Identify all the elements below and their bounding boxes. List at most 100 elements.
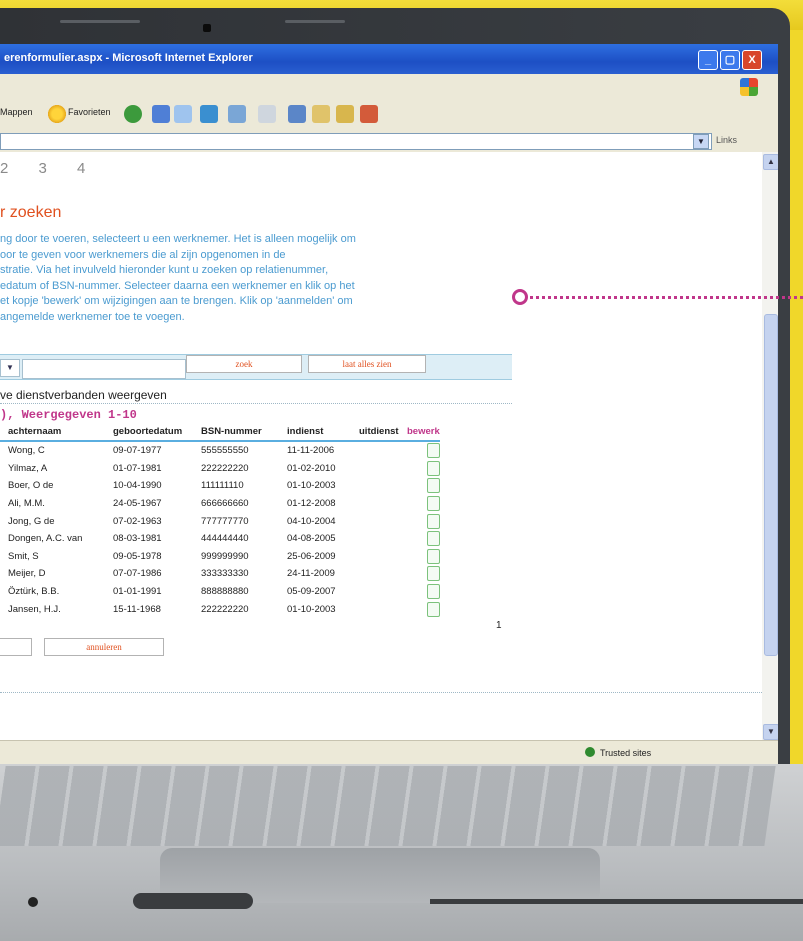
cell-bsn: 777777770 (201, 515, 249, 527)
edit-icon[interactable] (426, 478, 440, 494)
bezel-highlight (60, 20, 140, 23)
mail-icon[interactable] (174, 105, 192, 123)
cell-bsn: 666666660 (201, 498, 249, 510)
cell-indienst: 01-02-2010 (287, 462, 336, 474)
edit-icon[interactable] (426, 531, 440, 547)
cell-bsn: 111111110 (201, 480, 244, 492)
copy-icon[interactable] (312, 105, 330, 123)
col-bsn[interactable]: BSN-nummer (201, 423, 287, 442)
edit-icon[interactable] (426, 513, 440, 529)
address-field[interactable] (0, 133, 712, 150)
power-led-icon (28, 897, 38, 907)
intro-text: ng door te voeren, selecteert u een werk… (0, 232, 522, 325)
table-row[interactable]: Öztürk, B.B. 01-01-1991 888888880 05-09-200… (0, 583, 440, 601)
paste-icon[interactable] (336, 105, 354, 123)
print-icon[interactable] (228, 105, 246, 123)
front-slot (133, 893, 253, 909)
scroll-down-icon[interactable]: ▼ (763, 724, 778, 740)
cell-bsn: 999999990 (201, 550, 249, 562)
maximize-button[interactable]: ▢ (720, 50, 740, 70)
edit-icon[interactable] (426, 460, 440, 476)
step-2[interactable]: 2 (0, 160, 8, 177)
table-row[interactable]: Jansen, H.J. 15-11-1968 222222220 01-10-200… (0, 600, 440, 618)
page-number[interactable]: 1 (496, 620, 502, 631)
trusted-zone-icon (585, 747, 595, 757)
menu-bar (0, 74, 778, 101)
step-3[interactable]: 3 (39, 160, 47, 177)
favorites-star-icon[interactable] (48, 105, 66, 123)
cell-indienst: 11-11-2006 (287, 445, 335, 457)
cancel-button[interactable]: annuleren (44, 638, 164, 656)
search-button[interactable]: zoek (186, 355, 302, 373)
edit-icon[interactable] (426, 496, 440, 512)
cell-geboortedatum: 15-11-1968 (113, 603, 161, 615)
vertical-scrollbar[interactable]: ▲ ▼ (762, 152, 778, 740)
cell-bsn: 222222220 (201, 603, 249, 615)
edit-icon[interactable] (426, 584, 440, 600)
edit-icon[interactable] (426, 601, 440, 617)
col-geboortedatum[interactable]: geboortedatum (113, 423, 201, 442)
col-uitdienst[interactable]: uitdienst (359, 423, 407, 442)
search-input[interactable] (22, 359, 186, 379)
cell-achternaam: Meijer, D (8, 568, 46, 580)
history-icon[interactable] (124, 105, 142, 123)
cell-indienst: 01-10-2003 (287, 480, 336, 492)
cell-geboortedatum: 01-07-1981 (113, 462, 162, 474)
cell-bsn: 555555550 (201, 445, 249, 457)
step-indicator: 2 3 4 (0, 160, 111, 177)
table-row[interactable]: Yilmaz, A 01-07-1981 222222220 01-02-2010 (0, 460, 440, 478)
cell-bewerk (407, 477, 440, 495)
cell-uitdienst (359, 600, 407, 618)
cell-bewerk (407, 512, 440, 530)
step-4[interactable]: 4 (77, 160, 85, 177)
cell-uitdienst (359, 530, 407, 548)
intro-line: stratie. Via het invulveld hieronder kun… (0, 264, 329, 276)
cell-indienst: 24-11-2009 (287, 568, 335, 580)
minimize-button[interactable]: _ (698, 50, 718, 70)
cell-bewerk (407, 600, 440, 618)
table-row[interactable]: Wong, C 09-07-1977 555555550 11-11-2006 (0, 441, 440, 460)
edit-icon[interactable] (426, 443, 440, 459)
search-field-select[interactable]: ▼ (0, 359, 20, 377)
table-row[interactable]: Ali, M.M. 24-05-1967 666666660 01-12-2008 (0, 495, 440, 513)
cell-achternaam: Öztürk, B.B. (8, 586, 60, 598)
cell-geboortedatum: 07-02-1963 (113, 515, 162, 527)
links-button[interactable]: Links (716, 135, 737, 145)
cell-geboortedatum: 07-07-1986 (113, 568, 162, 580)
chevron-down-icon[interactable]: ▼ (693, 134, 709, 149)
cell-indienst: 04-10-2004 (287, 515, 336, 527)
table-row[interactable]: Boer, O de 10-04-1990 111111110 01-10-2003 (0, 477, 440, 495)
back-button[interactable] (0, 638, 32, 656)
cell-achternaam: Boer, O de (8, 480, 54, 492)
table-row[interactable]: Jong, G de 07-02-1963 777777770 04-10-2004 (0, 512, 440, 530)
cell-geboortedatum: 01-01-1991 (113, 586, 162, 598)
cell-geboortedatum: 09-07-1977 (113, 445, 162, 457)
edit-icon[interactable] (426, 566, 440, 582)
edit-icon[interactable] (426, 548, 440, 564)
edit-icon[interactable] (258, 105, 276, 123)
col-indienst[interactable]: indienst (287, 423, 359, 442)
bezel-highlight (285, 20, 345, 23)
col-achternaam[interactable]: achternaam (0, 423, 113, 442)
table-row[interactable]: Meijer, D 07-07-1986 333333330 24-11-2009 (0, 565, 440, 583)
show-inactive-toggle[interactable]: ve dienstverbanden weergeven (0, 388, 167, 402)
spelling-icon[interactable] (360, 105, 378, 123)
font-size-icon[interactable] (200, 105, 218, 123)
cut-icon[interactable] (288, 105, 306, 123)
cell-indienst: 01-12-2008 (287, 498, 336, 510)
status-bar: Trusted sites (0, 740, 778, 764)
favorites-button[interactable]: Favorieten (68, 107, 111, 117)
scrollbar-thumb[interactable] (764, 314, 778, 656)
cell-achternaam: Ali, M.M. (8, 498, 45, 510)
cell-uitdienst (359, 565, 407, 583)
cell-bewerk (407, 530, 440, 548)
table-row[interactable]: Dongen, A.C. van 08-03-1981 444444440 04-08… (0, 530, 440, 548)
close-button[interactable]: X (742, 50, 762, 70)
window-title: erenformulier.aspx - Microsoft Internet … (4, 52, 253, 64)
search-bar: ▼ zoek laat alles zien (0, 354, 512, 380)
show-all-button[interactable]: laat alles zien (308, 355, 426, 373)
scroll-up-icon[interactable]: ▲ (763, 154, 778, 170)
folders-button[interactable]: Mappen (0, 107, 33, 117)
media-icon[interactable] (152, 105, 170, 123)
table-row[interactable]: Smit, S 09-05-1978 999999990 25-06-2009 (0, 548, 440, 566)
